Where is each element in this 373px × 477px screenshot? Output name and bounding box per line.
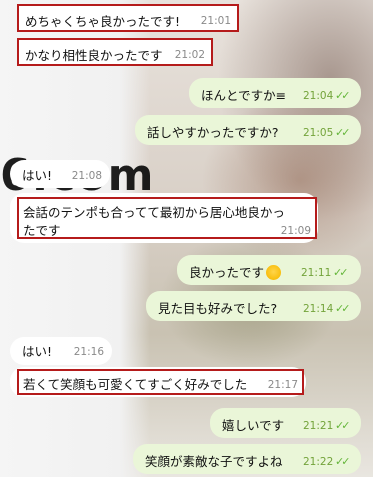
- message-incoming-9[interactable]: はい! 21:16: [10, 337, 112, 365]
- read-check-icon: ✓✓: [335, 126, 351, 139]
- message-text: ほんとですか≡: [201, 88, 287, 103]
- message-time: 21:05: [303, 127, 334, 139]
- message-time: 21:09: [280, 225, 311, 237]
- message-outgoing-7[interactable]: 良かったです 21:11 ✓✓: [177, 255, 361, 285]
- message-outgoing-3[interactable]: ほんとですか≡ 21:04 ✓✓: [189, 78, 361, 108]
- message-text: はい!: [22, 344, 53, 359]
- message-outgoing-8[interactable]: 見た目も好みでした? 21:14 ✓✓: [146, 291, 361, 321]
- message-text-line-2: たです: [23, 223, 61, 238]
- message-text-line-1: 会話のテンポも合ってて最初から居心地良かっ: [23, 205, 285, 220]
- message-time: 21:08: [71, 170, 102, 182]
- message-time: 21:02: [174, 49, 205, 61]
- message-text: 良かったです: [189, 262, 282, 281]
- smiling-face-emoji-icon: [266, 265, 282, 280]
- message-text-content: 良かったです: [189, 265, 265, 280]
- message-text: めちゃくちゃ良かったです!: [25, 14, 181, 29]
- message-time: 21:21: [303, 420, 334, 432]
- message-text: 若くて笑顔も可愛くてすごく好みでした: [23, 377, 248, 392]
- message-time: 21:16: [73, 346, 104, 358]
- message-highlight-6: 会話のテンポも合ってて最初から居心地良かっ たです 21:09: [17, 197, 317, 239]
- read-check-icon: ✓✓: [335, 455, 351, 468]
- message-time: 21:17: [267, 379, 298, 391]
- message-time: 21:04: [303, 90, 334, 102]
- message-text: 笑顔が素敵な子ですよね: [145, 454, 283, 469]
- message-incoming-2[interactable]: かなり相性良かったです 21:02: [17, 38, 213, 66]
- message-time: 21:14: [303, 303, 334, 315]
- message-outgoing-12[interactable]: 笑顔が素敵な子ですよね 21:22 ✓✓: [133, 444, 361, 474]
- message-text: 話しやすかったですか?: [147, 125, 279, 140]
- message-time: 21:11: [301, 267, 332, 279]
- read-check-icon: ✓✓: [335, 302, 351, 315]
- message-outgoing-4[interactable]: 話しやすかったですか? 21:05 ✓✓: [135, 115, 361, 145]
- message-text: かなり相性良かったです: [25, 48, 163, 63]
- message-time: 21:22: [303, 456, 334, 468]
- read-check-icon: ✓✓: [335, 419, 351, 432]
- message-incoming-5[interactable]: はい! 21:08: [10, 160, 110, 188]
- read-check-icon: ✓✓: [333, 266, 349, 279]
- message-text: はい!: [22, 168, 53, 183]
- message-highlight-10: 若くて笑顔も可愛くてすごく好みでした 21:17: [17, 369, 304, 395]
- message-text: 見た目も好みでした?: [158, 301, 278, 316]
- message-outgoing-11[interactable]: 嬉しいです 21:21 ✓✓: [210, 408, 361, 438]
- message-incoming-1[interactable]: めちゃくちゃ良かったです! 21:01: [17, 4, 239, 32]
- message-time: 21:01: [200, 15, 231, 27]
- message-text: 嬉しいです: [222, 418, 285, 433]
- read-check-icon: ✓✓: [335, 89, 351, 102]
